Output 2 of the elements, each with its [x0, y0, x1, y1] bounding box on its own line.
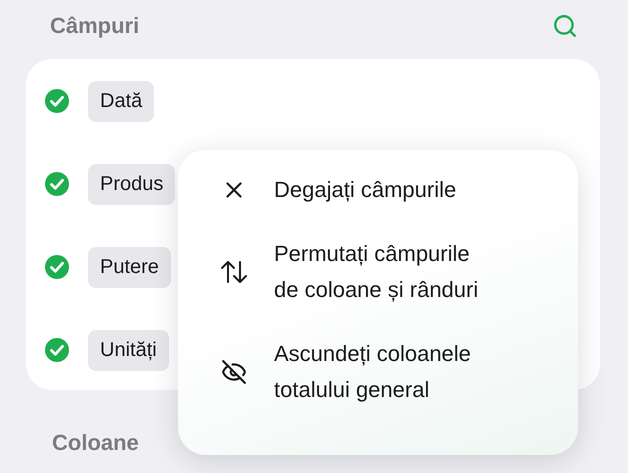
section-title: Câmpuri [50, 13, 140, 39]
section-title: Coloane [52, 430, 139, 455]
